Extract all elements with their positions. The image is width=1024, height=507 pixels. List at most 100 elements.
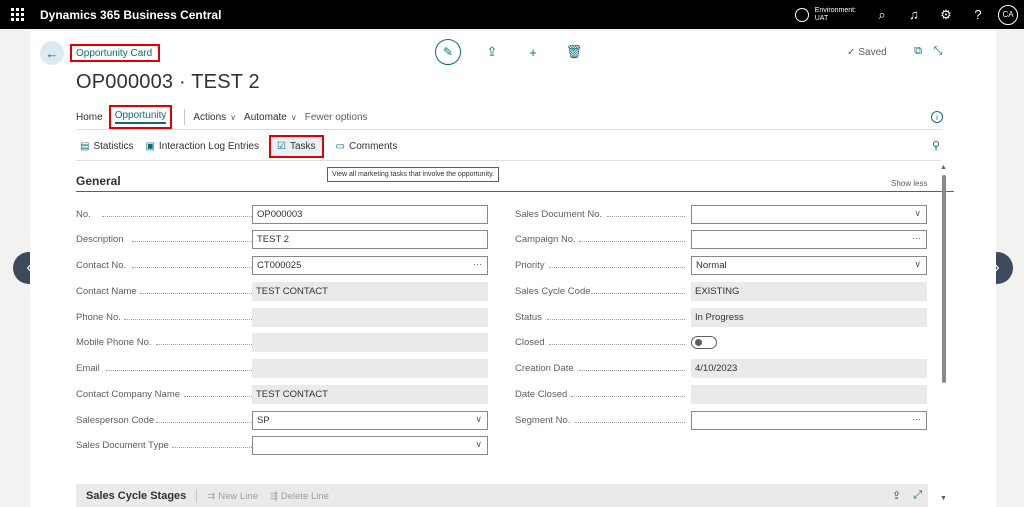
menu-opportunity[interactable]: Opportunity: [108, 105, 173, 129]
field-label: Description: [76, 234, 124, 245]
scroll-down-arrow[interactable]: ▼: [940, 495, 947, 502]
environment-label: Environment:: [814, 6, 856, 14]
field-sales-document-type: Sales Document Type ∨: [76, 436, 488, 455]
tasks-tooltip: View all marketing tasks that involve th…: [327, 167, 499, 182]
interaction-log-entries-button[interactable]: ▣ Interaction Log Entries: [145, 141, 259, 152]
priority-select[interactable]: Normal ∨: [691, 256, 927, 275]
field-label: Date Closed: [515, 389, 568, 400]
field-label: Closed: [515, 337, 545, 348]
log-icon: ▣: [145, 140, 155, 152]
back-button[interactable]: ←: [40, 41, 64, 65]
leader-dots: [591, 293, 685, 294]
card-actions: ✎ ⇪ + 🗑: [435, 39, 584, 65]
contact-no-input[interactable]: CT000025 ···: [252, 256, 488, 275]
gear-icon[interactable]: ⚙: [930, 0, 962, 29]
environment-indicator[interactable]: Environment: UAT: [794, 6, 856, 23]
new-button[interactable]: +: [523, 42, 543, 62]
opportunity-card: ← Opportunity Card OP000003 · TEST 2 ✎ ⇪…: [30, 31, 996, 507]
window-controls: ⧉ ⤡: [908, 45, 948, 58]
tasks-button[interactable]: ☑ Tasks: [268, 134, 324, 158]
breadcrumb: Opportunity Card: [70, 44, 161, 62]
statistics-button[interactable]: ▤ Statistics: [80, 141, 133, 152]
app-launcher-icon[interactable]: [0, 0, 34, 29]
stages-title: Sales Cycle Stages: [86, 490, 187, 502]
menu-actions[interactable]: Actions ∨: [193, 112, 236, 123]
share-icon[interactable]: ⇪: [892, 489, 901, 502]
leader-dots: [607, 216, 685, 217]
field-sales-document-no: Sales Document No. ∨: [515, 205, 927, 224]
field-label: No.: [76, 209, 91, 220]
menu-automate-label: Automate: [244, 111, 287, 123]
collapse-icon[interactable]: ⤡: [928, 45, 948, 58]
ellipsis-icon[interactable]: ···: [473, 259, 482, 269]
scroll-up-arrow[interactable]: ▲: [940, 164, 947, 171]
expand-icon[interactable]: ⤢: [913, 489, 922, 502]
interaction-log-label: Interaction Log Entries: [158, 140, 259, 152]
field-label: Segment No.: [515, 415, 571, 426]
share-button[interactable]: ⇪: [482, 42, 502, 62]
delete-line-label: Delete Line: [280, 490, 329, 502]
field-label: Salesperson Code: [76, 415, 155, 426]
no-input[interactable]: OP000003: [252, 205, 488, 224]
scrollbar-thumb[interactable]: [942, 175, 946, 383]
bell-icon[interactable]: ♫: [898, 0, 930, 29]
campaign-no-input[interactable]: ···: [691, 230, 927, 249]
show-less-link[interactable]: Show less: [891, 179, 927, 188]
field-label: Sales Document Type: [76, 440, 169, 451]
contact-company-name-value: TEST CONTACT: [252, 385, 488, 404]
delete-line-button[interactable]: ⇶ Delete Line: [270, 491, 329, 502]
field-value: TEST 2: [257, 234, 290, 245]
segment-no-input[interactable]: ···: [691, 411, 927, 430]
fewer-options-label: Fewer options: [304, 111, 368, 123]
field-contact-company-name: Contact Company Name TEST CONTACT: [76, 385, 488, 404]
closed-toggle[interactable]: [691, 336, 717, 349]
help-icon[interactable]: ?: [962, 0, 994, 29]
field-closed: Closed: [515, 333, 927, 352]
phone-no-value: [252, 308, 488, 327]
chevron-down-icon: ∨: [290, 112, 297, 122]
field-label: Sales Cycle Code: [515, 286, 591, 297]
avatar[interactable]: CA: [998, 4, 1018, 25]
info-icon[interactable]: i: [931, 111, 943, 123]
field-value: EXISTING: [695, 286, 740, 297]
field-label: Email: [76, 363, 100, 374]
field-label: Contact Name: [76, 286, 137, 297]
search-icon[interactable]: ⌕: [866, 0, 898, 29]
field-label: Creation Date: [515, 363, 574, 374]
ellipsis-icon[interactable]: ···: [912, 414, 921, 424]
ellipsis-icon[interactable]: ···: [912, 233, 921, 243]
creation-date-value: 4/10/2023: [691, 359, 927, 378]
sales-document-no-select[interactable]: ∨: [691, 205, 927, 224]
opportunity-actions: ▤ Statistics ▣ Interaction Log Entries ☑ Ta…: [80, 134, 409, 158]
stages-divider: [196, 489, 198, 503]
field-mobile-phone-no: Mobile Phone No.: [76, 333, 488, 352]
field-label: Status: [515, 312, 542, 323]
chevron-down-icon: ∨: [230, 112, 237, 122]
fewer-options-button[interactable]: Fewer options: [305, 112, 368, 123]
pin-icon[interactable]: ⚲: [932, 139, 940, 152]
leader-dots: [579, 241, 685, 242]
comments-button[interactable]: ▭ Comments: [336, 141, 398, 152]
sales-document-type-select[interactable]: ∨: [252, 436, 488, 455]
field-label: Sales Document No.: [515, 209, 603, 220]
menu-home[interactable]: Home: [76, 112, 103, 123]
app-title[interactable]: Dynamics 365 Business Central: [40, 8, 221, 22]
section-divider: [76, 191, 954, 192]
open-new-window-icon[interactable]: ⧉: [908, 45, 928, 58]
menu-divider: [184, 109, 186, 125]
delete-button[interactable]: 🗑: [564, 42, 584, 62]
chevron-down-icon: ∨: [914, 208, 921, 218]
leader-dots: [549, 344, 685, 345]
salesperson-code-select[interactable]: SP ∨: [252, 411, 488, 430]
statistics-icon: ▤: [80, 140, 90, 152]
field-contact-name: Contact Name TEST CONTACT: [76, 282, 488, 301]
edit-button[interactable]: ✎: [435, 39, 461, 65]
plus-icon: +: [529, 44, 537, 60]
comments-label: Comments: [348, 140, 398, 152]
new-line-button[interactable]: ⇉ New Line: [207, 491, 258, 502]
description-input[interactable]: TEST 2: [252, 230, 488, 249]
menu-automate[interactable]: Automate ∨: [244, 112, 297, 123]
date-closed-value: [691, 385, 927, 404]
field-sales-cycle-code: Sales Cycle Code EXISTING: [515, 282, 927, 301]
field-creation-date: Creation Date 4/10/2023: [515, 359, 927, 378]
